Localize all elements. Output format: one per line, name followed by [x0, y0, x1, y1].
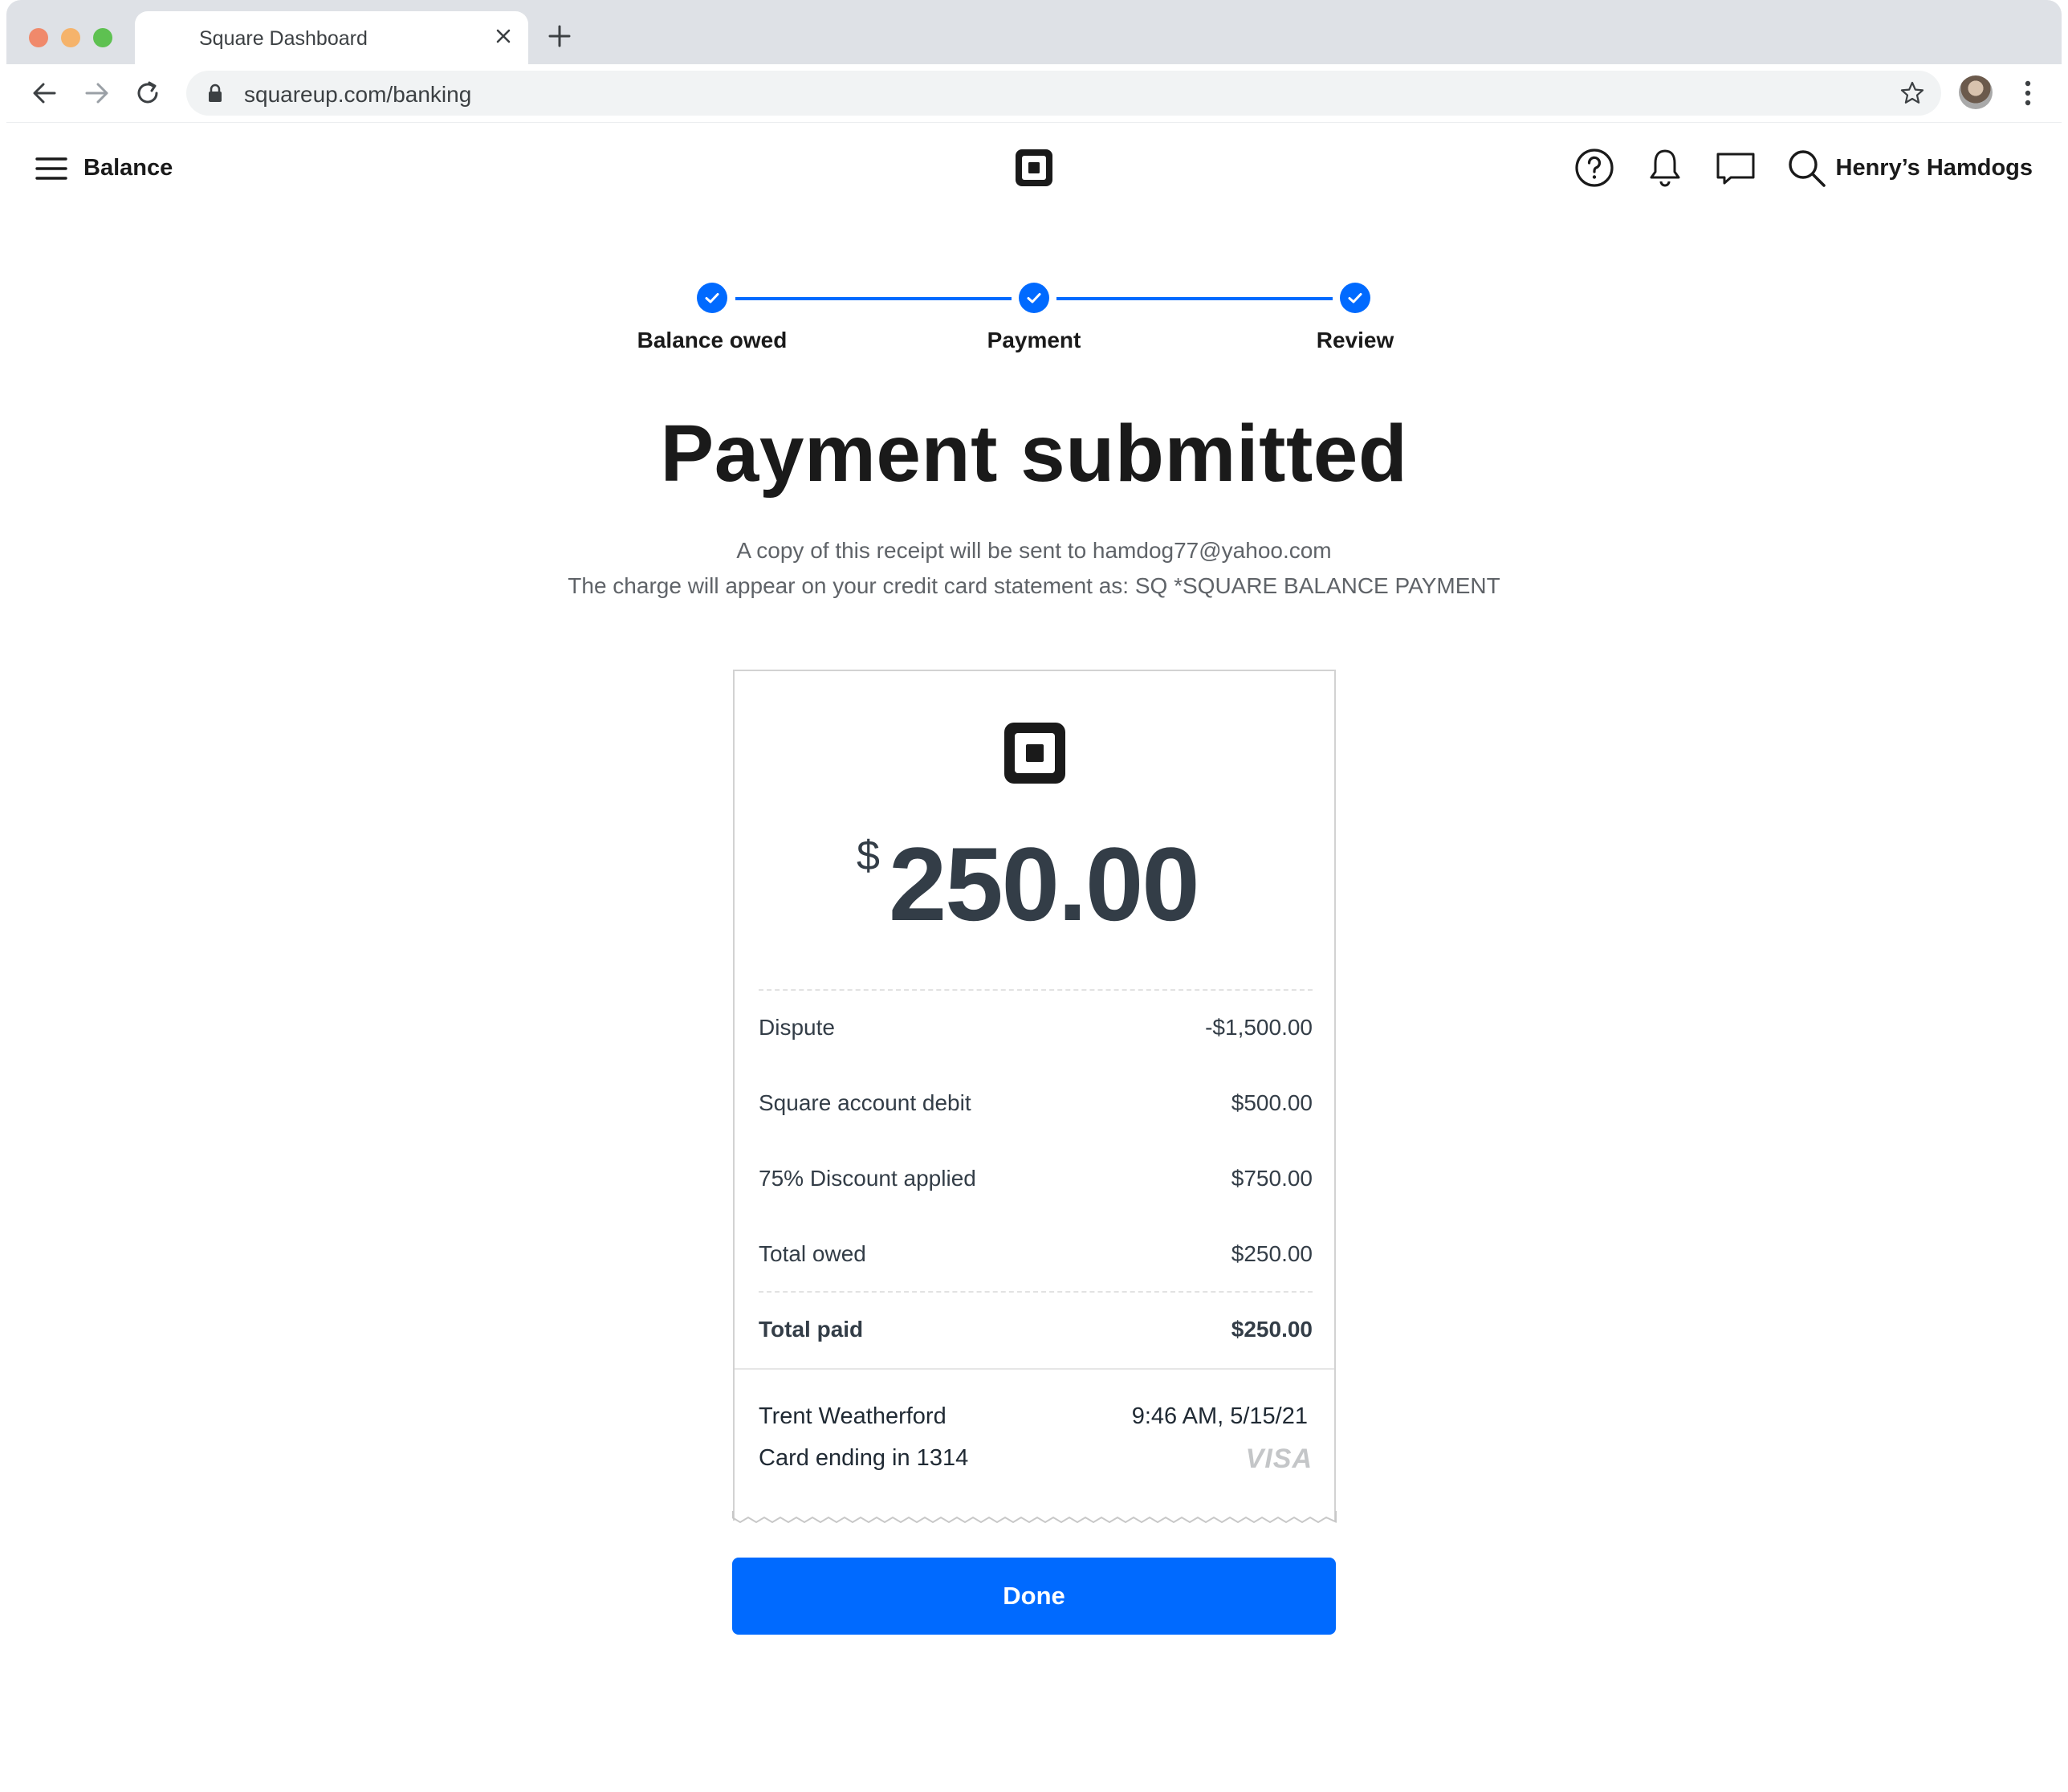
line-item-value: $250.00 [1231, 1241, 1313, 1266]
notification-bell-icon[interactable] [1644, 147, 1686, 189]
line-item-value: -$1,500.00 [1205, 1015, 1313, 1040]
stepper-connector [735, 297, 1012, 300]
reload-icon[interactable] [130, 75, 165, 111]
hamburger-menu-icon[interactable] [35, 155, 67, 182]
line-item-value: $750.00 [1231, 1166, 1313, 1191]
visa-logo-icon: VISA [1245, 1444, 1313, 1474]
messages-icon[interactable] [1715, 147, 1757, 189]
line-item: Square account debit $500.00 [759, 1090, 1313, 1122]
line-item-label: 75% Discount applied [759, 1166, 976, 1191]
line-item-label: Total owed [759, 1241, 866, 1266]
stepper-connector [1056, 297, 1333, 300]
total-paid-row: Total paid $250.00 [759, 1317, 1313, 1349]
line-item: Dispute -$1,500.00 [759, 1015, 1313, 1047]
window-maximize-dot[interactable] [93, 28, 112, 47]
browser-tab[interactable]: Square Dashboard [135, 11, 528, 64]
header-title: Balance [83, 155, 173, 181]
line-item: Total owed $250.00 [759, 1241, 1313, 1273]
done-button[interactable]: Done [732, 1558, 1336, 1635]
window-close-dot[interactable] [29, 28, 48, 47]
app-header: Balance Henry’s Hamdogs [6, 122, 2062, 212]
step-complete-check-icon [697, 283, 727, 313]
lock-icon [209, 83, 222, 102]
receipt-card: $ 250.00 Dispute -$1,500.00 Square accou… [733, 670, 1336, 1521]
currency-symbol: $ [857, 833, 880, 879]
card-ending: Card ending in 1314 [759, 1445, 969, 1471]
divider [759, 989, 1313, 991]
search-icon[interactable] [1785, 147, 1827, 189]
step-complete-check-icon [1019, 283, 1049, 313]
payer-name: Trent Weatherford [759, 1403, 946, 1429]
square-logo-icon[interactable] [1013, 147, 1055, 189]
receipt-torn-edge [732, 1511, 1337, 1524]
receipt-email-note: A copy of this receipt will be sent to h… [736, 538, 1332, 563]
browser-tab-bar: Square Dashboard [6, 0, 2062, 64]
line-item-label: Dispute [759, 1015, 835, 1040]
line-item-label: Square account debit [759, 1090, 971, 1115]
tab-title: Square Dashboard [199, 27, 368, 50]
divider [735, 1368, 1334, 1370]
help-icon[interactable] [1573, 147, 1615, 189]
total-paid-value: $250.00 [1231, 1317, 1313, 1342]
step-label-review: Review [1316, 328, 1394, 352]
step-complete-check-icon [1340, 283, 1370, 313]
amount-value: 250.00 [889, 825, 1200, 943]
browser-toolbar: squareup.com/banking [6, 64, 2062, 122]
line-item: 75% Discount applied $750.00 [759, 1166, 1313, 1198]
window-minimize-dot[interactable] [61, 28, 80, 47]
square-logo-icon [1004, 723, 1065, 784]
card-row: Card ending in 1314 VISA [759, 1444, 1313, 1477]
statement-descriptor-note: The charge will appear on your credit ca… [568, 573, 1500, 598]
step-label-payment: Payment [987, 328, 1081, 352]
close-tab-icon[interactable] [490, 22, 517, 50]
merchant-name[interactable]: Henry’s Hamdogs [1836, 155, 2033, 181]
browser-menu-icon[interactable] [2018, 77, 2037, 109]
url-text: squareup.com/banking [244, 82, 472, 107]
payer-row: Trent Weatherford 9:46 AM, 5/15/21 [759, 1403, 1313, 1436]
payment-amount: $ 250.00 [735, 824, 1337, 943]
profile-avatar[interactable] [1959, 75, 1993, 109]
back-arrow-icon[interactable] [27, 75, 63, 111]
divider [759, 1291, 1313, 1293]
forward-arrow-icon[interactable] [79, 75, 114, 111]
step-label-balance-owed: Balance owed [637, 328, 788, 352]
bookmark-star-icon[interactable] [1899, 80, 1925, 106]
address-bar[interactable]: squareup.com/banking [186, 71, 1941, 116]
line-item-value: $500.00 [1231, 1090, 1313, 1115]
payment-timestamp: 9:46 AM, 5/15/21 [1131, 1403, 1308, 1429]
total-paid-label: Total paid [759, 1317, 864, 1342]
new-tab-icon[interactable] [546, 22, 573, 50]
page-title: Payment submitted [660, 409, 1408, 499]
